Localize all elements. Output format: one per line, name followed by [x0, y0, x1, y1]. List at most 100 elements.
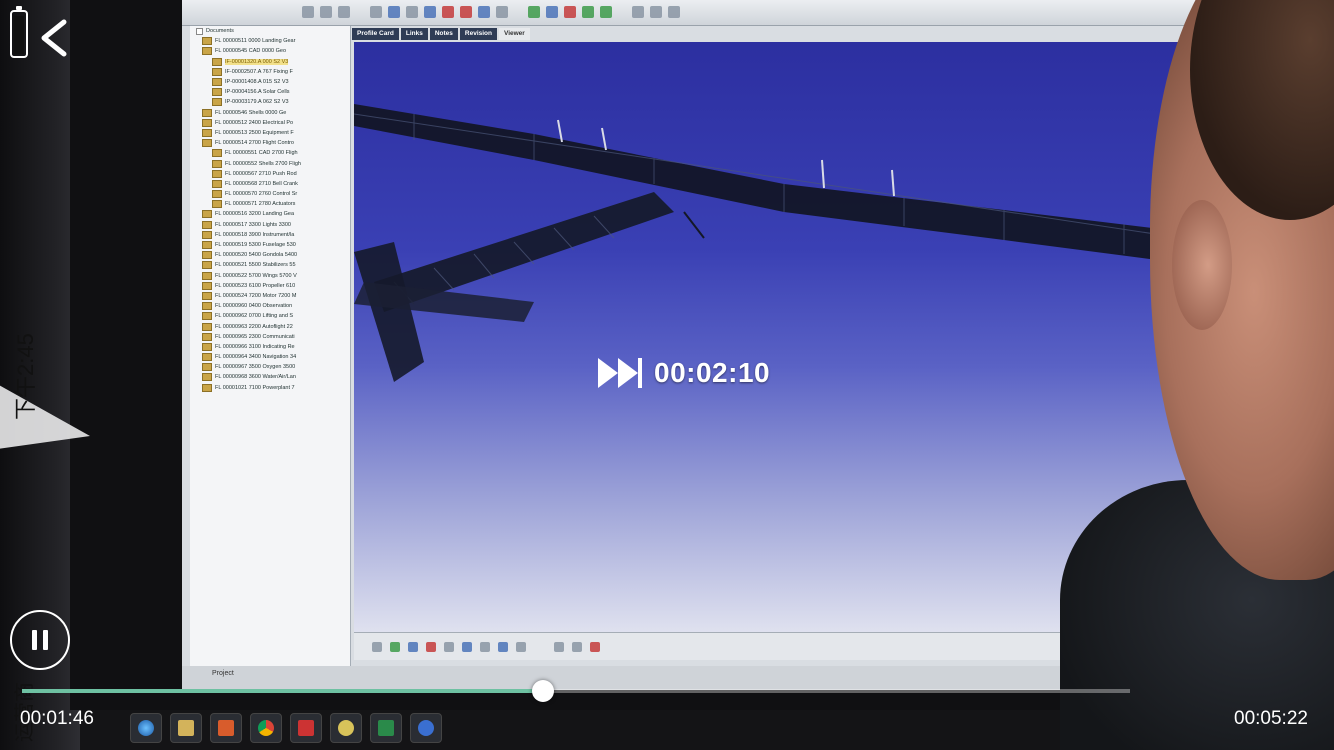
tree-item[interactable]: IP-00001408.A 015 S2 V3	[190, 77, 350, 87]
app-icon	[290, 713, 322, 743]
tree-item[interactable]: FL 00000552 Shells 2700 Fligh	[190, 158, 350, 168]
office-icon	[210, 713, 242, 743]
tree-item[interactable]: FL 00000963 2200 Autoflight 22	[190, 321, 350, 331]
tree-item[interactable]: FL 00000551 CAD 2700 Fligh	[190, 148, 350, 158]
folder-icon	[202, 302, 212, 311]
toolbar-icon	[338, 5, 350, 18]
tree-item-label: FL 00000522 5700 Wings 5700 V	[215, 272, 297, 279]
tree-item[interactable]: FL 00000522 5700 Wings 5700 V	[190, 271, 350, 281]
progress-bar[interactable]	[22, 680, 1130, 702]
tree-item[interactable]: FL 00000571 2780 Actuators	[190, 199, 350, 209]
folder-icon	[202, 37, 212, 46]
folder-icon	[202, 322, 212, 331]
folder-icon	[212, 67, 222, 76]
toolbar-icon	[572, 641, 582, 652]
tab-notes[interactable]: Notes	[429, 28, 458, 40]
folder-icon	[202, 210, 212, 219]
folder-icon	[202, 281, 212, 290]
current-time: 00:01:46	[20, 708, 94, 729]
toolbar-icon	[582, 5, 594, 18]
toolbar-icon	[650, 5, 662, 18]
toolbar-icon	[462, 641, 472, 652]
tree-item[interactable]: FL 00000967 3500 Oxygen 3500	[190, 362, 350, 372]
tree-item[interactable]: IF-00002507.A 767 Fixing F	[190, 67, 350, 77]
tree-item[interactable]: FL 00000516 3200 Landing Gea	[190, 209, 350, 219]
toolbar-icon	[426, 641, 436, 652]
tree-item[interactable]: FL 00000517 3300 Lights 3300	[190, 220, 350, 230]
folder-icon	[202, 108, 212, 117]
folder-icon	[212, 149, 222, 158]
tree-item[interactable]: FL 00000524 7200 Motor 7200 M	[190, 291, 350, 301]
tree-item[interactable]: FL 00000960 0400 Observation	[190, 301, 350, 311]
tree-item[interactable]: FL 00000523 6100 Propeller 610	[190, 281, 350, 291]
tree-item[interactable]: FL 00000568 2710 Bell Crank	[190, 179, 350, 189]
progress-thumb[interactable]	[531, 680, 554, 702]
toolbar-icon	[554, 641, 564, 652]
folder-icon	[202, 373, 212, 382]
tree-item-label: FL 00000516 3200 Landing Gea	[215, 211, 295, 218]
tree-item[interactable]: FL 00000965 2300 Communicati	[190, 332, 350, 342]
folder-icon	[202, 139, 212, 148]
tree-item-label: FL 00000552 Shells 2700 Fligh	[225, 160, 301, 167]
toolbar-icon	[496, 5, 508, 18]
tree-item[interactable]: FL 00000520 5400 Gondola 5400	[190, 250, 350, 260]
tree-item-label: FL 00000523 6100 Propeller 610	[215, 282, 296, 289]
tree-item[interactable]: FL 00000546 Shells 0000 Ge	[190, 108, 350, 118]
tree-item[interactable]: IF-00001320.A 000 S2 V3	[190, 57, 350, 67]
seek-indicator: 00:02:10	[596, 356, 770, 390]
tab-links[interactable]: Links	[400, 28, 428, 40]
tree-item-label: FL 00000517 3300 Lights 3300	[215, 221, 291, 228]
tree-item[interactable]: FL 00000521 5500 Stabilizers 55	[190, 260, 350, 270]
back-button[interactable]	[34, 16, 78, 60]
tab-viewer[interactable]: Viewer	[498, 28, 530, 40]
tree-item[interactable]: IP-00003179.A 062 S2 V3	[190, 97, 350, 107]
folder-icon	[202, 383, 212, 392]
tree-item[interactable]: FL 00000513 2500 Equipment F	[190, 128, 350, 138]
tree-item[interactable]: FL 00000968 3600 Water/Air/Lan	[190, 372, 350, 382]
video-frame[interactable]: Documents FL 00000511 0000 Landing Gear F…	[0, 0, 1334, 750]
tab-profile-card[interactable]: Profile Card	[352, 28, 399, 40]
status-time: 下午2:45	[13, 333, 38, 420]
tree-item-label: FL 00000571 2780 Actuators	[225, 201, 296, 208]
app-icon	[410, 713, 442, 743]
tab-revision[interactable]: Revision	[459, 28, 497, 40]
toolbar-icon	[370, 5, 382, 18]
tree-item-label: IF-00002507.A 767 Fixing F	[225, 68, 293, 75]
tree-item-label: FL 00000519 5300 Fuselage 530	[215, 242, 296, 249]
tree-item-label: FL 00000524 7200 Motor 7200 M	[215, 292, 297, 299]
toolbar-icon	[668, 5, 680, 18]
folder-icon	[202, 128, 212, 137]
tree-item[interactable]: FL 00000545 CAD 0000 Geo	[190, 46, 350, 56]
tree-item-label: FL 00000521 5500 Stabilizers 55	[215, 262, 296, 269]
tree-item[interactable]: FL 00000962 0700 Lifting and S	[190, 311, 350, 321]
tree-item-label: FL 00000551 CAD 2700 Fligh	[225, 150, 298, 157]
battery-icon	[10, 6, 28, 58]
tree-item[interactable]: FL 00000512 2400 Electrical Po	[190, 118, 350, 128]
pause-button[interactable]	[10, 610, 70, 670]
tree-item[interactable]: FL 00000964 3400 Navigation 34	[190, 352, 350, 362]
tree-item-label: FL 00000567 2710 Push Rod	[225, 170, 297, 177]
tree-item[interactable]: FL 00000567 2710 Push Rod	[190, 169, 350, 179]
tree-item[interactable]: FL 00000519 5300 Fuselage 530	[190, 240, 350, 250]
folder-icon	[202, 241, 212, 250]
tree-item[interactable]: FL 00000511 0000 Landing Gear	[190, 36, 350, 46]
document-tree: Documents FL 00000511 0000 Landing Gear F…	[190, 26, 351, 666]
toolbar-icon	[600, 5, 612, 18]
toolbar-icon	[632, 5, 644, 18]
folder-icon	[202, 353, 212, 362]
folder-icon	[212, 159, 222, 168]
tree-item[interactable]: FL 00000518 3900 Instrument/la	[190, 230, 350, 240]
cad-toolbar	[182, 0, 1302, 26]
tree-item[interactable]: FL 00000570 2760 Control Sr	[190, 189, 350, 199]
tree-item[interactable]: FL 00001021 7100 Powerplant 7	[190, 383, 350, 393]
tree-item-label: FL 00000520 5400 Gondola 5400	[215, 252, 298, 259]
toolbar-icon	[408, 641, 418, 652]
expand-icon	[196, 27, 203, 35]
toolbar-icon	[478, 5, 490, 18]
tree-item-label: IF-00001320.A 000 S2 V3	[225, 58, 289, 65]
tree-item[interactable]: FL 00000966 3100 Indicating Re	[190, 342, 350, 352]
tree-item[interactable]: FL 00000514 2700 Flight Contro	[190, 138, 350, 148]
folder-icon	[212, 179, 222, 188]
tree-item[interactable]: IP-00004156.A Solar Cells	[190, 87, 350, 97]
chevron-left-icon	[41, 19, 67, 57]
